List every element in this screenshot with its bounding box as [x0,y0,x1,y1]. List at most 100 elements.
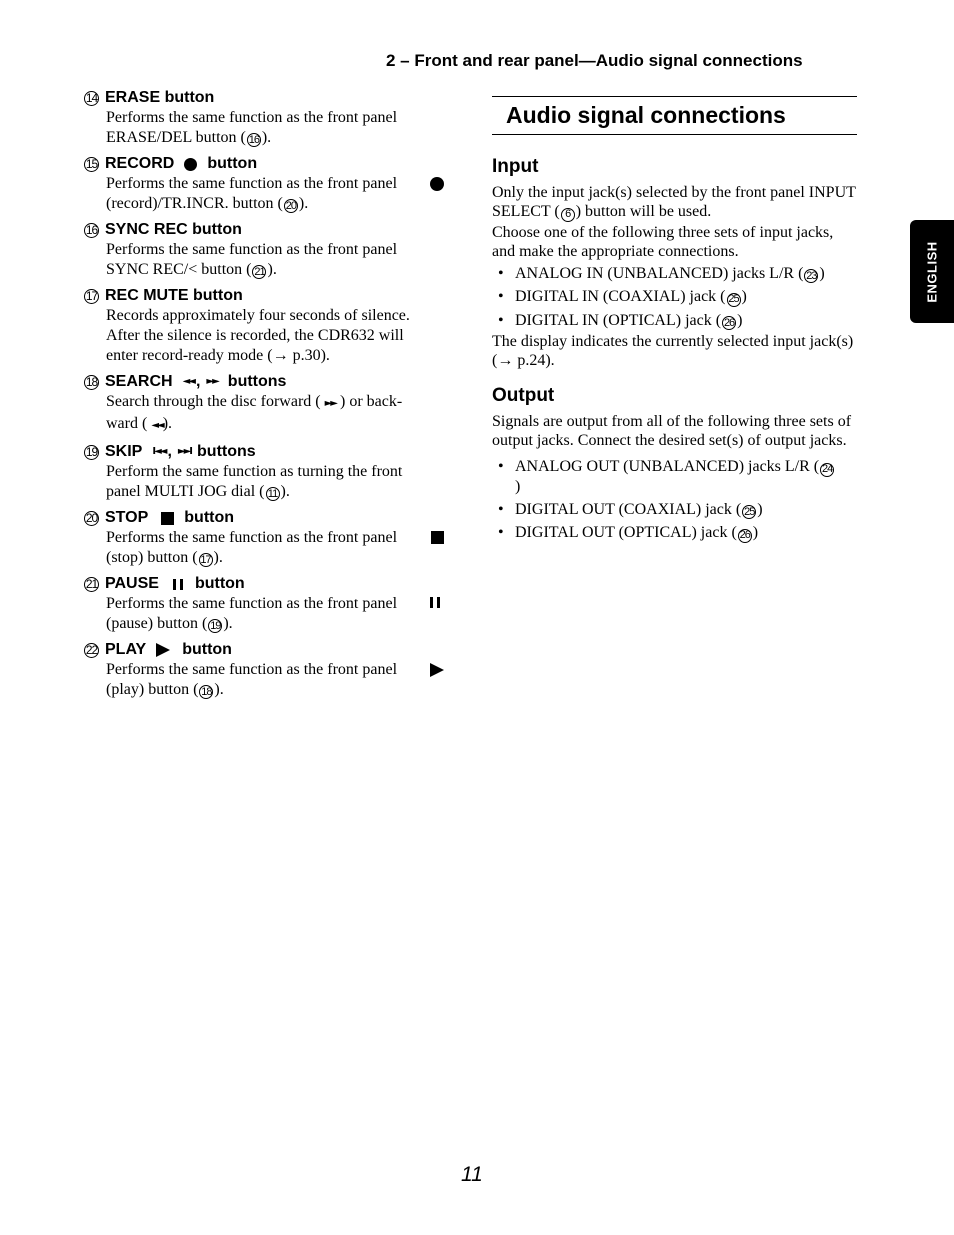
rewind-icon: ◄◄ [151,420,164,431]
ref-number: 24 [820,462,835,477]
item-desc-line: enter record-ready mode (→ p.30). [106,347,330,364]
list-item-erase: 14 ERASE button Performs the same functio… [84,88,444,148]
list-item-sync-rec: 16 SYNC REC button Performs the same func… [84,220,444,280]
fast-forward-icon: ►► [206,376,219,387]
language-tab: ENGLISH [910,220,954,323]
item-title: ERASE button [105,89,215,106]
item-desc-line: (record)/TR.INCR. button (20). [106,195,309,213]
item-desc-line: panel MULTI JOG dial (11). [106,483,290,501]
item-number: 19 [84,444,99,460]
audio-connections-section: Audio signal connections Input Only the … [492,96,857,547]
item-desc-line: Perform the same function as turning the… [106,463,403,480]
item-title: RECORD [105,155,175,172]
item-number: 15 [84,156,99,172]
skip-back-icon: I◄◄ [152,446,167,457]
item-title-suffix: button [207,155,258,172]
item-number: 14 [84,90,99,106]
running-head: 2 – Front and rear panel—Audio signal co… [386,51,803,70]
ref-number: 20 [283,199,298,213]
stop-icon [431,531,444,544]
item-title: PAUSE [105,575,159,592]
item-desc-line: Records approximately four seconds of si… [106,307,410,324]
ref-number: 23 [804,269,819,283]
item-title-suffix: buttons [227,373,287,390]
item-title-suffix: buttons [197,443,256,460]
page-number: 11 [461,1163,483,1186]
input-paragraph: The display indicates the currently sele… [492,333,854,369]
fast-forward-icon: ►► [324,398,338,409]
item-title: PLAY [105,641,147,658]
input-heading: Input [492,156,539,177]
item-desc-line: Performs the same function as the front … [106,528,444,548]
list-item-play: 22 PLAY button Performs the same function … [84,640,444,700]
item-title-suffix: button [184,509,235,526]
item-number: 21 [84,576,99,592]
item-title: STOP [105,509,149,526]
item-number: 22 [84,642,99,658]
list-item: DIGITAL IN (COAXIAL) jack (25) [492,287,857,307]
item-desc-line: SYNC REC/< button (21). [106,261,277,279]
skip-forward-icon: ►►I [177,446,193,457]
play-icon [156,643,171,657]
item-desc-line: Performs the same function as the front … [106,594,444,614]
item-desc-line: Performs the same function as the front … [106,660,444,680]
list-item-stop: 20 STOP button Performs the same function … [84,508,444,568]
list-item: DIGITAL IN (OPTICAL) jack (26) [492,311,857,330]
item-title: SEARCH [105,373,173,390]
item-desc-line: Search through the disc forward ( ►► ) o… [106,393,403,410]
list-item-search: 18 SEARCH ◄◄, ►► buttons Search through the … [84,372,444,436]
ref-number: 6 [560,207,575,222]
item-number: 16 [84,222,99,238]
output-heading: Output [492,385,555,406]
ref-number: 16 [246,133,261,147]
ref-number: 17 [198,553,213,567]
list-item: ANALOG IN (UNBALANCED) jacks L/R (23) [492,264,857,283]
input-paragraph: Only the input jack(s) selected by the f… [492,184,856,222]
pause-icon [172,578,183,590]
item-title: REC MUTE button [105,287,243,304]
input-jack-list: ANALOG IN (UNBALANCED) jacks L/R (23) DI… [492,264,857,330]
rewind-icon: ◄◄ [182,376,196,387]
item-desc-line: Performs the same function as the front … [106,174,444,194]
item-title: SKIP [105,443,143,460]
item-desc-line: (stop) button (17). [106,549,223,567]
list-item-rec-mute: 17 REC MUTE button Records approximately … [84,286,444,366]
list-item: ANALOG OUT (UNBALANCED) jacks L/R (24) [492,457,857,496]
record-icon [184,157,198,171]
item-desc-line: ward ( ◄◄). [106,415,173,432]
stop-icon [161,511,175,525]
list-item-pause: 21 PAUSE button Performs the same function… [84,574,444,634]
list-item: DIGITAL OUT (OPTICAL) jack (26) [492,523,857,543]
item-desc-line: ERASE/DEL button (16). [106,129,272,147]
item-desc-line: (pause) button (19). [106,615,233,633]
ref-number: 18 [199,685,214,699]
item-desc-line: Performs the same function as the front … [106,109,398,126]
item-number: 17 [84,288,99,304]
list-item: DIGITAL OUT (COAXIAL) jack (25) [492,500,857,519]
language-tab-label: ENGLISH [924,240,940,303]
ref-number: 25 [742,505,757,519]
record-icon [430,177,444,191]
item-title-suffix: button [182,641,232,658]
remote-buttons-list: 14 ERASE button Performs the same functio… [84,88,444,706]
item-number: 20 [84,510,99,526]
input-paragraph: Choose one of the following three sets o… [492,223,834,260]
pause-icon [430,597,440,608]
item-desc-line: Performs the same function as the front … [106,241,398,258]
list-item-record: 15 RECORD button Performs the same functio… [84,154,444,214]
list-item-skip: 19 SKIP I◄◄, ►►I buttons Perform the same fu… [84,442,444,502]
item-desc-line: (play) button (18). [106,681,224,699]
ref-number: 26 [737,528,752,543]
item-desc-line: After the silence is recorded, the CDR63… [106,327,404,344]
ref-number: 19 [208,619,223,633]
section-title: Audio signal connections [492,96,857,135]
item-title: SYNC REC button [105,221,242,238]
ref-number: 25 [726,292,741,307]
ref-number: 21 [252,265,267,279]
ref-number: 11 [265,487,280,501]
ref-number: 26 [722,316,737,330]
play-icon [430,663,444,677]
output-paragraph: Signals are output from all of the follo… [492,413,852,449]
item-number: 18 [84,374,99,390]
output-jack-list: ANALOG OUT (UNBALANCED) jacks L/R (24) D… [492,457,857,543]
